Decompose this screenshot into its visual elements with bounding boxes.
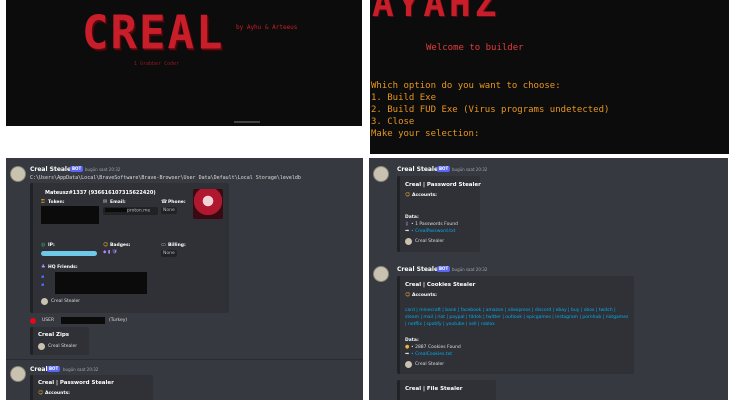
embed-footer: Creal Stealer — [415, 362, 445, 367]
embed-author: Mateusz#1337 (936616107315622420) — [45, 190, 156, 196]
passwords-found: • 1 Passwords Found — [411, 222, 458, 227]
cookies-found: • 2887 Cookies Found — [411, 345, 461, 350]
terminal-window-builder: AYAHZ Welcome to builder Which option do… — [370, 0, 729, 154]
email-label: Email: — [110, 200, 126, 205]
menu-prompt: Which option do you want to choose: — [371, 81, 561, 91]
accounts-icon: ☺ — [405, 292, 411, 298]
message-timestamp: bugün saat 20:32 — [85, 167, 121, 172]
friends-redacted — [55, 272, 147, 294]
data-label: Data: — [405, 215, 419, 220]
password-embed: Creal | Password Stealer ☺ Accounts: Dat… — [397, 176, 481, 252]
message-timestamp: bugün saat 20:32 — [452, 167, 488, 172]
avatar[interactable] — [10, 366, 26, 382]
data-label: Data: — [405, 338, 419, 343]
billing-label: Billing: — [168, 243, 186, 248]
file-stealer-embed: Creal | File Stealer — [397, 380, 496, 400]
account-embed: Mateusz#1337 (936616107315622420) ⚿ Toke… — [30, 183, 229, 313]
token-redacted — [41, 206, 99, 224]
badge-icon: ☺ — [103, 242, 109, 248]
phone-label: Phone: — [168, 200, 186, 205]
footer-avatar — [405, 238, 412, 245]
message-author[interactable]: Creal Stealer — [397, 266, 441, 273]
message-timestamp: bugün saat 20:32 — [63, 367, 99, 372]
globe-icon: ◍ — [41, 242, 46, 248]
builder-ascii-logo: AYAHZ — [372, 0, 501, 25]
discord-channel-left: Creal Stealer BOT bugün saat 20:32 C:\Us… — [6, 158, 363, 400]
accounts-icon: ☺ — [405, 192, 411, 198]
key-icon: ☺ — [38, 390, 44, 396]
cookies-embed: Creal | Cookies Stealer ☺ Accounts: card… — [397, 276, 634, 374]
envelope-icon: ✉ — [103, 199, 108, 205]
password-embed-title: Creal | Password Stealer — [38, 380, 114, 386]
menu-selection-prompt[interactable]: Make your selection: — [371, 128, 609, 140]
logo-byline: by Ayhu & Arteeus — [236, 24, 298, 31]
accounts-label: Accounts: — [412, 193, 437, 198]
message-author[interactable]: Creal Stealer — [30, 166, 74, 173]
user-country: (Turkey) — [109, 318, 128, 323]
footer-avatar — [405, 361, 412, 368]
zips-title: Creal Zips — [38, 332, 70, 338]
avatar[interactable] — [373, 266, 389, 282]
turkey-flag-icon — [30, 318, 36, 324]
phone-value: None — [161, 207, 177, 214]
profile-thumbnail[interactable] — [193, 189, 223, 219]
file-stealer-title: Creal | File Stealer — [405, 386, 463, 392]
badges-value: ◆ ▮ 🛡 — [103, 250, 118, 255]
menu-option-build-exe[interactable]: 1. Build Exe — [371, 92, 609, 104]
footer-avatar — [38, 343, 45, 350]
card-icon: ▭ — [161, 242, 166, 248]
bot-badge: BOT — [47, 366, 61, 372]
file-path-text: C:\Users\AppData\Local\BraveSoftware\Bra… — [30, 175, 301, 181]
accounts-label: Accounts: — [412, 293, 437, 298]
billing-value: None — [161, 250, 177, 257]
zips-footer: Creal Stealer — [48, 344, 78, 349]
creal-ascii-logo: CREAL — [82, 6, 225, 61]
key-icon: ⚿ — [41, 199, 45, 205]
cookie-icon: ● — [405, 344, 410, 350]
embed-footer: Creal Stealer — [51, 299, 81, 304]
user-line-label: USER — [42, 318, 55, 323]
terminal-window-logo: CREAL by Ayhu & Arteeus 1 Grabber Coder — [6, 0, 362, 126]
password-file-link[interactable]: • CrealPassword.txt — [411, 229, 455, 234]
password-embed: Creal | Password Stealer ☺ Accounts: — [30, 375, 153, 400]
scroll-marker — [234, 121, 260, 123]
friend-badge-icon: ▪ — [41, 274, 45, 280]
bot-badge: BOT — [437, 166, 451, 172]
bot-badge: BOT — [70, 166, 84, 172]
key-icon: ⚷ — [405, 221, 409, 227]
menu-option-close[interactable]: 3. Close — [371, 116, 609, 128]
ip-label: IP: — [48, 243, 55, 248]
message-author[interactable]: Creal — [30, 366, 48, 373]
arrow-icon: ➡ — [405, 351, 410, 357]
footer-avatar — [41, 298, 48, 305]
welcome-text: Welcome to builder — [426, 43, 524, 53]
logo-subtitle: 1 Grabber Coder — [134, 61, 180, 67]
avatar[interactable] — [373, 166, 389, 182]
cookies-file-link[interactable]: • CrealCookies.txt — [411, 352, 452, 357]
hq-friends-label: HQ Friends: — [48, 265, 78, 270]
avatar[interactable] — [10, 166, 26, 182]
accounts-label: Accounts: — [45, 391, 70, 396]
cookies-embed-title: Creal | Cookies Stealer — [405, 282, 476, 288]
password-embed-title: Creal | Password Stealer — [405, 182, 481, 188]
friends-icon: ♣ — [41, 264, 46, 270]
message-author[interactable]: Creal Stealer — [397, 166, 441, 173]
message-timestamp: bugün saat 20:32 — [452, 267, 488, 272]
builder-menu: Which option do you want to choose: 1. B… — [371, 80, 609, 140]
menu-option-build-fud[interactable]: 2. Build FUD Exe (Virus programs undetec… — [371, 104, 609, 116]
bot-badge: BOT — [437, 266, 451, 272]
embed-footer: Creal Stealer — [415, 239, 445, 244]
username-redacted — [61, 317, 105, 324]
message-divider — [6, 359, 363, 360]
zips-embed: Creal Zips Creal Stealer — [30, 327, 89, 355]
discord-channel-right: Creal Stealer BOT bugün saat 20:32 Creal… — [369, 158, 728, 400]
cookie-sites-list[interactable]: card | minecraft | bank | facebook | ama… — [405, 307, 629, 328]
badges-label: Badges: — [110, 243, 131, 248]
friend-badge-icon: ▪ — [41, 282, 45, 288]
arrow-icon: ➡ — [405, 228, 410, 234]
token-label: Token: — [48, 200, 65, 205]
ip-redacted — [41, 251, 97, 256]
phone-icon: ☎ — [161, 199, 168, 205]
email-value: proton.me — [103, 207, 158, 215]
